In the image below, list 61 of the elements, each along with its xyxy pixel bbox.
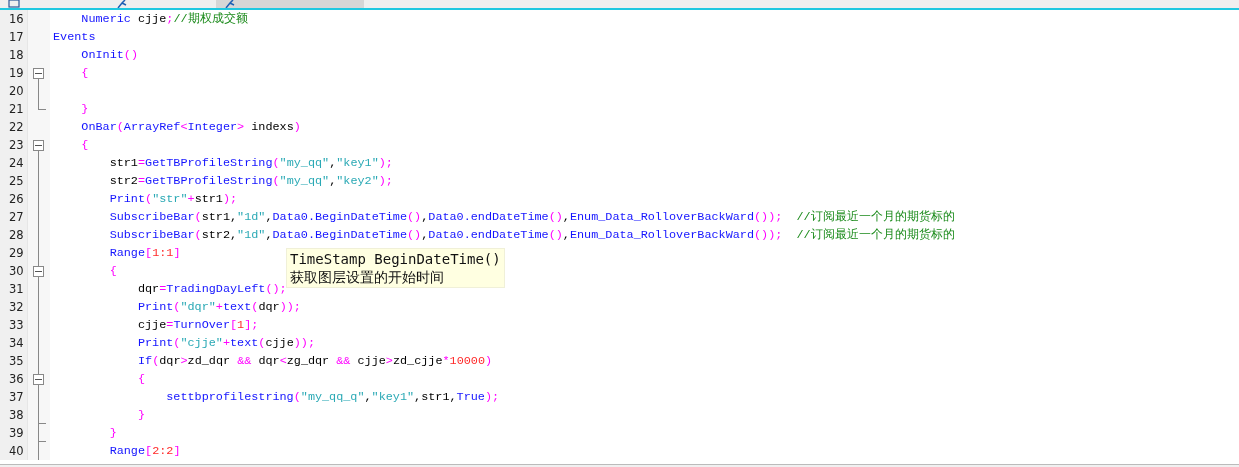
- code-line: cjje=TurnOver[1];: [136, 317, 259, 334]
- code-line: }: [80, 101, 89, 118]
- code-line: str2=GetTBProfileString("my_qq","key2");: [108, 173, 393, 190]
- list-icon: [8, 0, 20, 8]
- line-number: 19: [0, 64, 27, 82]
- collapse-toggle[interactable]: [33, 140, 44, 151]
- collapse-toggle[interactable]: [33, 266, 44, 277]
- code-line: If(dqr>zd_dqr && dqr<zg_dqr && cjje>zd_cjje*10000): [136, 353, 493, 370]
- tooltip-signature: TimeStamp BeginDateTime(): [290, 250, 501, 268]
- line-number: 16: [0, 10, 27, 28]
- code-line: OnBar(ArrayRef<Integer> indexs): [80, 119, 301, 136]
- line-number: 37: [0, 388, 27, 406]
- code-line: dqr=TradingDayLeft();: [136, 281, 287, 298]
- line-number: 18: [0, 46, 27, 64]
- line-number: 27: [0, 208, 27, 226]
- code-line: Numeric cjje;//期权成交额: [80, 11, 248, 28]
- line-number: 40: [0, 442, 27, 460]
- code-line: Print("str"+str1);: [108, 191, 238, 208]
- code-line: SubscribeBar(str2,"1d",Data0.BeginDateTime(),Data0.endDateTime(),Enum_Data_RolloverBackWard()); //订阅最近一个月的期货标的: [108, 227, 955, 244]
- fold-end-line: [38, 100, 46, 110]
- tooltip-description: 获取图层设置的开始时间: [290, 268, 445, 286]
- line-number: 23: [0, 136, 27, 154]
- line-number: 39: [0, 424, 27, 442]
- line-number: 22: [0, 118, 27, 136]
- line-number: 33: [0, 316, 27, 334]
- code-line: settbprofilestring("my_qq_q","key1",str1,True);: [165, 389, 500, 406]
- code-line: Range[1:1]: [108, 245, 181, 262]
- line-number: 32: [0, 298, 27, 316]
- code-line: }: [136, 407, 146, 424]
- fold-guide-line: [38, 82, 39, 100]
- line-number: 34: [0, 334, 27, 352]
- code-line: OnInit(): [80, 47, 138, 64]
- fold-guide-line: [38, 442, 39, 460]
- code-line: SubscribeBar(str1,"1d",Data0.BeginDateTime(),Data0.endDateTime(),Enum_Data_RolloverBackWard()); //订阅最近一个月的期货标的: [108, 209, 955, 226]
- code-line: {: [80, 65, 89, 82]
- code-line: }: [108, 425, 117, 442]
- code-line: Print("cjje"+text(cjje));: [136, 335, 316, 352]
- line-number: 35: [0, 352, 27, 370]
- line-number: 36: [0, 370, 27, 388]
- code-line: Print("dqr"+text(dqr));: [136, 299, 301, 316]
- line-number: 31: [0, 280, 27, 298]
- code-line: {: [136, 371, 146, 388]
- line-number: 20: [0, 82, 27, 100]
- line-number: 24: [0, 154, 27, 172]
- pin-icon: [116, 0, 128, 8]
- code-line: {: [108, 263, 117, 280]
- line-number: 38: [0, 406, 27, 424]
- code-line: Events: [52, 29, 96, 46]
- line-number: 29: [0, 244, 27, 262]
- line-number: 25: [0, 172, 27, 190]
- code-line: str1=GetTBProfileString("my_qq","key1");: [108, 155, 393, 172]
- line-number: 21: [0, 100, 27, 118]
- code-line: {: [80, 137, 89, 154]
- line-number: 17: [0, 28, 27, 46]
- line-number: 26: [0, 190, 27, 208]
- collapse-toggle[interactable]: [33, 374, 44, 385]
- line-number: 30: [0, 262, 27, 280]
- line-number: 28: [0, 226, 27, 244]
- collapse-toggle[interactable]: [33, 68, 44, 79]
- pin-icon: [224, 0, 236, 8]
- code-line: Range[2:2]: [108, 443, 181, 460]
